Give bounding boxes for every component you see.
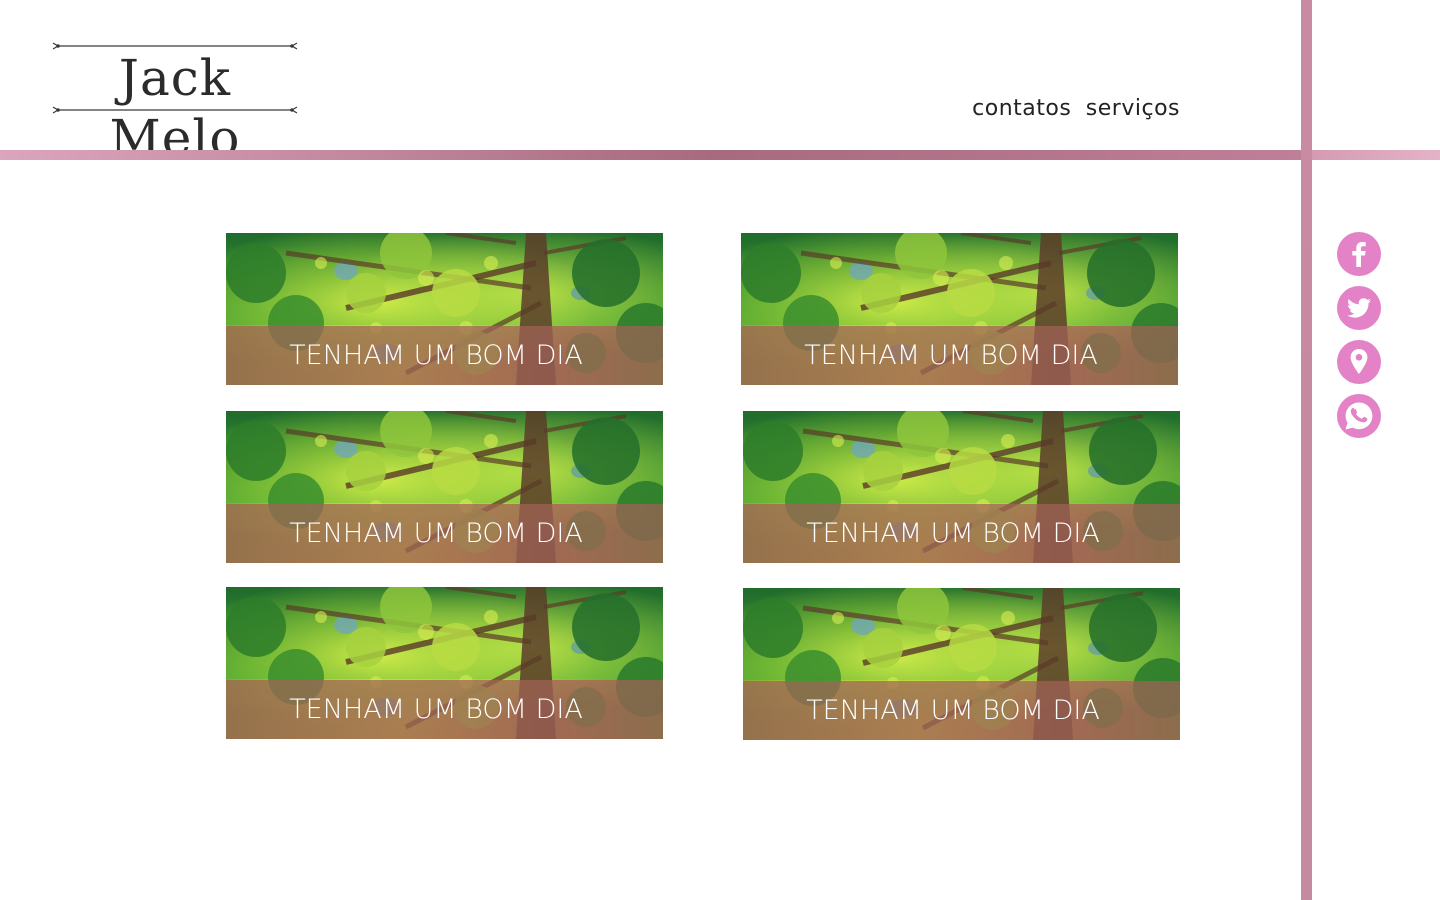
card-caption: TENHAM UM BOM DIA <box>806 518 1100 549</box>
twitter-button[interactable] <box>1337 286 1381 330</box>
card-caption: TENHAM UM BOM DIA <box>806 695 1100 726</box>
post-card[interactable]: TENHAM UM BOM DIA <box>743 588 1180 740</box>
sidebar-divider <box>1301 0 1312 900</box>
twitter-icon <box>1347 298 1371 318</box>
post-card[interactable]: TENHAM UM BOM DIA <box>226 411 663 563</box>
facebook-button[interactable] <box>1337 232 1381 276</box>
post-card[interactable]: TENHAM UM BOM DIA <box>226 587 663 739</box>
main-nav: contatos serviços <box>960 96 1180 121</box>
social-links <box>1337 232 1381 448</box>
brand-logo[interactable]: Jack Melo <box>52 40 298 167</box>
card-caption: TENHAM UM BOM DIA <box>804 340 1098 371</box>
post-card[interactable]: TENHAM UM BOM DIA <box>226 233 663 385</box>
header-divider <box>0 150 1301 160</box>
post-card[interactable]: TENHAM UM BOM DIA <box>741 233 1178 385</box>
whatsapp-icon <box>1345 402 1373 430</box>
nav-link-servicos[interactable]: serviços <box>1086 96 1180 121</box>
whatsapp-button[interactable] <box>1337 394 1381 438</box>
facebook-icon <box>1352 242 1366 267</box>
card-caption: TENHAM UM BOM DIA <box>289 340 583 371</box>
card-caption: TENHAM UM BOM DIA <box>289 694 583 725</box>
header-divider-right <box>1312 150 1440 160</box>
post-card[interactable]: TENHAM UM BOM DIA <box>743 411 1180 563</box>
card-caption: TENHAM UM BOM DIA <box>289 518 583 549</box>
location-pin-icon <box>1350 349 1368 374</box>
nav-link-contatos[interactable]: contatos <box>972 96 1071 121</box>
page: Jack Melo contatos serviços TENHAM UM BO… <box>0 0 1440 900</box>
location-button[interactable] <box>1337 340 1381 384</box>
